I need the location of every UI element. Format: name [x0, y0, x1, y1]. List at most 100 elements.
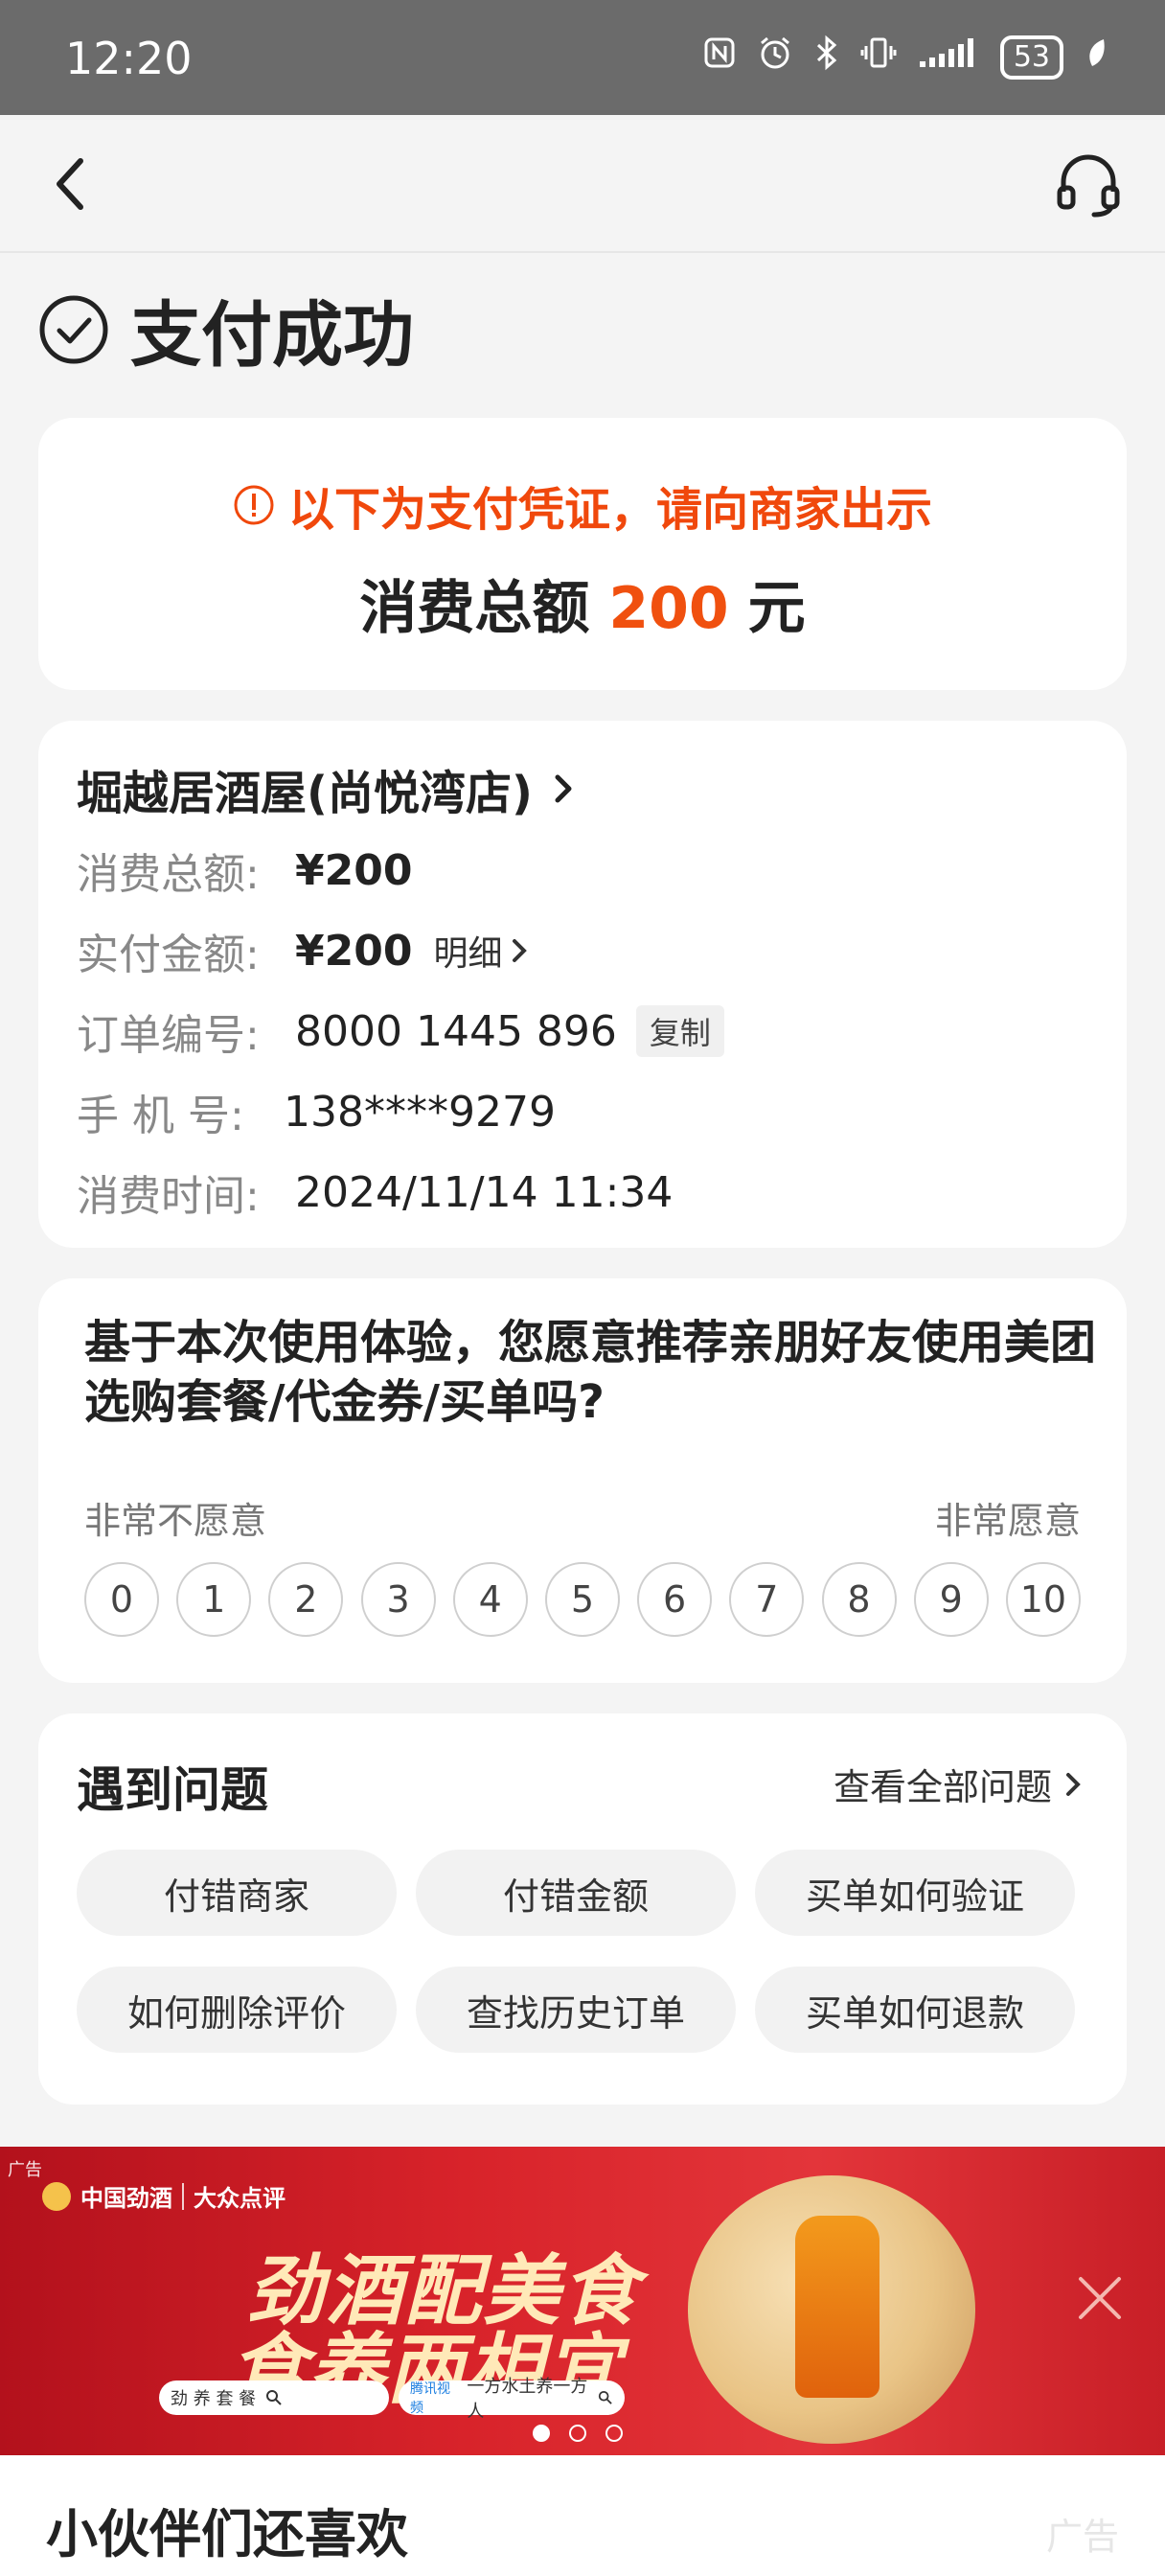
store-link[interactable]: 堀越居酒屋(尚悦湾店) [77, 755, 579, 822]
ad-tag: 广告 [8, 2160, 42, 2180]
ad-search-box-2: 腾讯视频 一方水土养一方人 [399, 2377, 625, 2422]
problems-title: 遇到问题 [77, 1762, 268, 1818]
time-label: 消费时间: [77, 1172, 260, 1221]
total-row: 消费总额: ¥200 [77, 840, 412, 901]
score-option-7[interactable]: 7 [729, 1562, 805, 1637]
paid-row: 实付金额: ¥200 明细 [77, 920, 529, 981]
problem-chip[interactable]: 买单如何退款 [755, 1966, 1075, 2053]
recommend-section: 小伙伴们还喜欢 广告 [0, 2455, 1165, 2576]
ad-close-button[interactable] [1073, 2271, 1127, 2325]
ad-carousel-dots [533, 2425, 623, 2442]
phone-row: 手 机 号: 138****9279 [77, 1081, 556, 1142]
recommend-title: 小伙伴们还喜欢 [46, 2504, 408, 2564]
score-option-1[interactable]: 1 [176, 1562, 252, 1637]
ad-bottle-image [795, 2216, 879, 2398]
search-icon [266, 2390, 282, 2405]
score-option-8[interactable]: 8 [821, 1562, 897, 1637]
close-icon [1079, 2277, 1121, 2319]
status-bar: 12:20 53 [0, 0, 1165, 115]
ad-brand-1: 中国劲酒 [80, 2185, 172, 2212]
problem-chip[interactable]: 付错金额 [416, 1850, 736, 1936]
score-option-5[interactable]: 5 [544, 1562, 620, 1637]
voucher-total-amount: 200 [608, 575, 729, 642]
alert-icon [234, 485, 274, 525]
detail-label: 明细 [433, 934, 503, 974]
survey-high-label: 非常愿意 [934, 1500, 1081, 1542]
payment-success-header: 支付成功 [38, 278, 414, 380]
score-option-0[interactable]: 0 [84, 1562, 159, 1637]
chevron-right-icon [1066, 1772, 1081, 1796]
headset-icon [1057, 154, 1120, 218]
carousel-dot [569, 2425, 586, 2442]
signal-icon [918, 36, 979, 78]
voucher-notice: 以下为支付凭证，请向商家出示 [38, 472, 1127, 539]
back-arrow-icon [57, 158, 83, 210]
ad-search-box-1: 劲 养 套 餐 [159, 2380, 389, 2415]
brand-logo-icon [42, 2181, 71, 2211]
order-info-card: 堀越居酒屋(尚悦湾店) 消费总额: ¥200 实付金额: ¥200 明细 订单编… [38, 721, 1127, 1248]
ad-search-text-2: 一方水土养一方人 [467, 2377, 588, 2422]
order-no-row: 订单编号: 8000 1445 896 复制 [77, 1000, 724, 1062]
nps-survey-card: 基于本次使用体验，您愿意推荐亲朋好友使用美团选购套餐/代金券/买单吗? 非常不愿… [38, 1278, 1127, 1683]
total-value: ¥200 [295, 845, 413, 895]
problem-chip[interactable]: 买单如何验证 [755, 1850, 1075, 1936]
battery-indicator: 53 [999, 34, 1063, 80]
chevron-right-icon [513, 939, 528, 962]
copy-button[interactable]: 复制 [635, 1005, 724, 1057]
phone-value: 138****9279 [284, 1087, 556, 1137]
ad-brand-2: 大众点评 [194, 2185, 286, 2212]
chevron-right-icon [555, 774, 572, 803]
survey-question: 基于本次使用体验，您愿意推荐亲朋好友使用美团选购套餐/代金券/买单吗? [84, 1316, 1097, 1429]
view-all-label: 查看全部问题 [833, 1766, 1052, 1808]
nfc-icon [703, 36, 736, 78]
check-circle-icon [39, 295, 108, 363]
voucher-notice-text: 以下为支付凭证，请向商家出示 [287, 483, 932, 537]
carousel-dot [533, 2425, 550, 2442]
vibrate-icon [860, 34, 897, 80]
order-no-value: 8000 1445 896 [295, 1006, 617, 1056]
back-button[interactable] [38, 150, 107, 218]
payment-voucher-card: 以下为支付凭证，请向商家出示 消费总额 200 元 [38, 418, 1127, 690]
paid-value: ¥200 [295, 926, 413, 976]
page-title: 支付成功 [130, 294, 414, 377]
score-option-6[interactable]: 6 [637, 1562, 713, 1637]
score-option-10[interactable]: 10 [1005, 1562, 1081, 1637]
detail-link[interactable]: 明细 [433, 926, 529, 976]
total-label: 消费总额: [77, 850, 260, 899]
problems-card: 遇到问题 查看全部问题 付错商家 付错金额 买单如何验证 如何删除评价 查找历史… [38, 1714, 1127, 2104]
ad-banner[interactable]: 广告 中国劲酒 大众点评 劲酒配美食 食养两相宜 劲 养 套 餐 腾讯视频 一方… [0, 2147, 1165, 2455]
ad-brand: 中国劲酒 大众点评 [42, 2179, 286, 2213]
score-option-2[interactable]: 2 [268, 1562, 344, 1637]
paid-label: 实付金额: [77, 931, 260, 979]
bluetooth-icon [814, 34, 839, 80]
score-option-3[interactable]: 3 [360, 1562, 436, 1637]
voucher-total-label: 消费总额 [359, 575, 590, 642]
time-value: 2024/11/14 11:34 [295, 1167, 674, 1217]
voucher-total-unit: 元 [747, 575, 806, 642]
problem-chip[interactable]: 付错商家 [77, 1850, 397, 1936]
time-row: 消费时间: 2024/11/14 11:34 [77, 1162, 673, 1223]
score-option-4[interactable]: 4 [452, 1562, 528, 1637]
problem-chip[interactable]: 查找历史订单 [416, 1966, 736, 2053]
carousel-dot [605, 2425, 623, 2442]
score-option-9[interactable]: 9 [913, 1562, 989, 1637]
problem-chip[interactable]: 如何删除评价 [77, 1966, 397, 2053]
voucher-total: 消费总额 200 元 [38, 562, 1127, 645]
score-options: 0 1 2 3 4 5 6 7 8 9 10 [84, 1562, 1081, 1637]
view-all-problems-link[interactable]: 查看全部问题 [834, 1758, 1083, 1810]
status-time: 12:20 [65, 33, 193, 84]
recommend-ad-label: 广告 [1045, 2516, 1119, 2558]
customer-service-button[interactable] [1054, 150, 1123, 218]
ad-search-text-1: 劲 养 套 餐 [171, 2389, 257, 2409]
status-icons: 53 [703, 34, 1108, 80]
order-no-label: 订单编号: [77, 1011, 260, 1060]
alarm-icon [757, 34, 793, 80]
search-icon [599, 2390, 612, 2404]
phone-label: 手 机 号: [77, 1092, 244, 1140]
ad-search-prefix: 腾讯视频 [410, 2381, 450, 2416]
nav-bar [0, 115, 1165, 253]
store-name: 堀越居酒屋(尚悦湾店) [77, 767, 533, 820]
leaf-icon [1085, 36, 1108, 78]
ad-brand-divider [182, 2182, 184, 2210]
survey-low-label: 非常不愿意 [84, 1500, 267, 1542]
